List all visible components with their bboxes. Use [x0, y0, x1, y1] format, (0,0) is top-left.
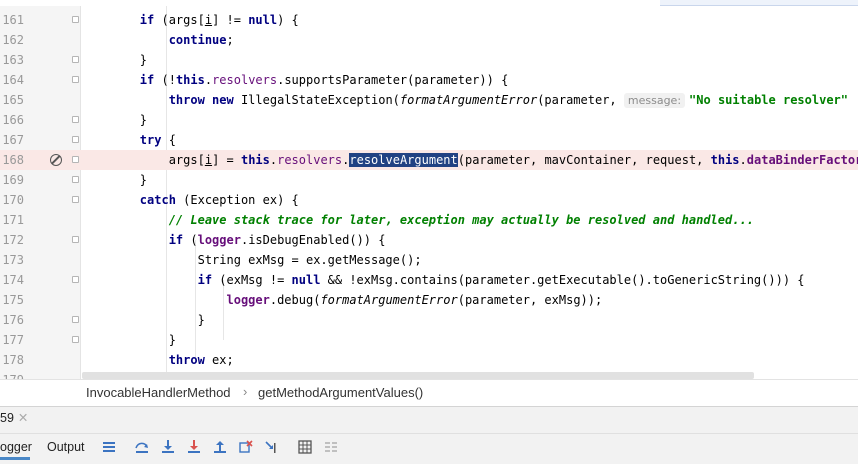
breadcrumb-method[interactable]: getMethodArgumentValues(): [258, 385, 423, 400]
fold-marker-icon[interactable]: [72, 16, 79, 23]
breadcrumb: InvocableHandlerMethod › getMethodArgume…: [0, 379, 858, 407]
line-number[interactable]: 162: [0, 30, 24, 50]
code-line[interactable]: 173 String exMsg = ex.getMessage();: [0, 250, 858, 270]
code-line[interactable]: 171 // Leave stack trace for later, exce…: [0, 210, 858, 230]
breadcrumb-separator: ›: [243, 384, 248, 399]
code-text[interactable]: String exMsg = ex.getMessage();: [82, 250, 422, 270]
code-text[interactable]: catch (Exception ex) {: [82, 190, 299, 210]
code-line[interactable]: 170 catch (Exception ex) {: [0, 190, 858, 210]
code-line[interactable]: 175 logger.debug(formatArgumentError(par…: [0, 290, 858, 310]
line-number[interactable]: 172: [0, 230, 24, 250]
code-text[interactable]: if (args[i] != null) {: [82, 10, 299, 30]
muted-breakpoint-icon[interactable]: [50, 154, 62, 166]
line-number[interactable]: 177: [0, 330, 24, 350]
line-number[interactable]: 168: [0, 150, 24, 170]
code-line[interactable]: 163 }: [0, 50, 858, 70]
line-number[interactable]: 170: [0, 190, 24, 210]
code-line[interactable]: 162 continue;: [0, 30, 858, 50]
menu-icon[interactable]: [102, 440, 116, 454]
code-text[interactable]: args[i] = this.resolvers.resolveArgument…: [82, 150, 858, 170]
fold-marker-icon[interactable]: [72, 56, 79, 63]
code-line[interactable]: 164 if (!this.resolvers.supportsParamete…: [0, 70, 858, 90]
editor-top-strip: [0, 0, 858, 6]
fold-marker-icon[interactable]: [72, 316, 79, 323]
code-editor[interactable]: 161 if (args[i] != null) {162 continue; 1…: [0, 0, 858, 379]
debug-panel: 59 ✕ ogger Output: [0, 406, 858, 464]
debug-session-tab[interactable]: 59 ✕: [0, 407, 28, 430]
line-number[interactable]: 178: [0, 350, 24, 370]
code-text[interactable]: logger.debug(formatArgumentError(paramet…: [82, 290, 603, 310]
breadcrumb-class[interactable]: InvocableHandlerMethod: [86, 385, 231, 400]
code-line[interactable]: 169 }: [0, 170, 858, 190]
code-line[interactable]: 167 try {: [0, 130, 858, 150]
line-number[interactable]: 171: [0, 210, 24, 230]
code-line[interactable]: 165 throw new IllegalStateException(form…: [0, 90, 858, 110]
line-number[interactable]: 173: [0, 250, 24, 270]
fold-marker-icon[interactable]: [72, 116, 79, 123]
code-text[interactable]: }: [82, 330, 176, 350]
session-tab-label: 59: [0, 411, 14, 425]
line-number[interactable]: 174: [0, 270, 24, 290]
close-icon[interactable]: ✕: [18, 411, 28, 425]
step-out-icon[interactable]: [213, 440, 227, 454]
table-view-icon[interactable]: [298, 440, 312, 454]
line-number[interactable]: 169: [0, 170, 24, 190]
line-number[interactable]: 175: [0, 290, 24, 310]
line-number[interactable]: 167: [0, 130, 24, 150]
tab-output[interactable]: Output: [47, 434, 85, 460]
step-into-icon[interactable]: [161, 440, 175, 454]
line-number[interactable]: 164: [0, 70, 24, 90]
fold-marker-icon[interactable]: [72, 156, 79, 163]
code-text[interactable]: if (!this.resolvers.supportsParameter(pa…: [82, 70, 509, 90]
code-text[interactable]: }: [82, 310, 205, 330]
code-text[interactable]: }: [82, 170, 147, 190]
code-line[interactable]: 166 }: [0, 110, 858, 130]
step-over-icon[interactable]: [135, 440, 149, 454]
tab-label: ogger: [0, 440, 32, 454]
fold-marker-icon[interactable]: [72, 196, 79, 203]
code-text[interactable]: if (exMsg != null && !exMsg.contains(par…: [82, 270, 805, 290]
line-number[interactable]: 161: [0, 10, 24, 30]
drop-frame-icon[interactable]: [239, 440, 253, 454]
fold-marker-icon[interactable]: [72, 336, 79, 343]
code-text[interactable]: // Leave stack trace for later, exceptio…: [82, 210, 754, 230]
code-line[interactable]: 161 if (args[i] != null) {: [0, 10, 858, 30]
code-line[interactable]: 177 }: [0, 330, 858, 350]
line-number[interactable]: 176: [0, 310, 24, 330]
run-to-cursor-icon[interactable]: [265, 440, 279, 454]
line-number[interactable]: 165: [0, 90, 24, 110]
code-text[interactable]: throw ex;: [82, 350, 234, 370]
fold-marker-icon[interactable]: [72, 176, 79, 183]
code-text[interactable]: }: [82, 110, 147, 130]
line-number[interactable]: 166: [0, 110, 24, 130]
fold-marker-icon[interactable]: [72, 276, 79, 283]
force-step-into-icon[interactable]: [187, 440, 201, 454]
tab-label: Output: [47, 440, 85, 454]
fold-marker-icon[interactable]: [72, 76, 79, 83]
line-number[interactable]: 163: [0, 50, 24, 70]
code-line[interactable]: 172 if (logger.isDebugEnabled()) {: [0, 230, 858, 250]
code-text[interactable]: throw new IllegalStateException(formatAr…: [82, 90, 848, 111]
code-line[interactable]: 178 throw ex;: [0, 350, 858, 370]
code-line[interactable]: 174 if (exMsg != null && !exMsg.contains…: [0, 270, 858, 290]
code-text[interactable]: }: [82, 50, 147, 70]
fold-marker-icon[interactable]: [72, 136, 79, 143]
code-text[interactable]: if (logger.isDebugEnabled()) {: [82, 230, 386, 250]
code-line[interactable]: 168 args[i] = this.resolvers.resolveArgu…: [0, 150, 858, 170]
code-line[interactable]: 176 }: [0, 310, 858, 330]
restore-layout-icon[interactable]: [324, 440, 338, 454]
code-text[interactable]: try {: [82, 130, 176, 150]
code-text[interactable]: continue;: [82, 30, 234, 50]
debug-tab-row: ogger Output: [0, 433, 858, 460]
horizontal-scrollbar[interactable]: [82, 372, 754, 379]
tab-logger[interactable]: ogger: [0, 434, 32, 460]
line-number[interactable]: 179: [0, 370, 24, 379]
fold-marker-icon[interactable]: [72, 236, 79, 243]
